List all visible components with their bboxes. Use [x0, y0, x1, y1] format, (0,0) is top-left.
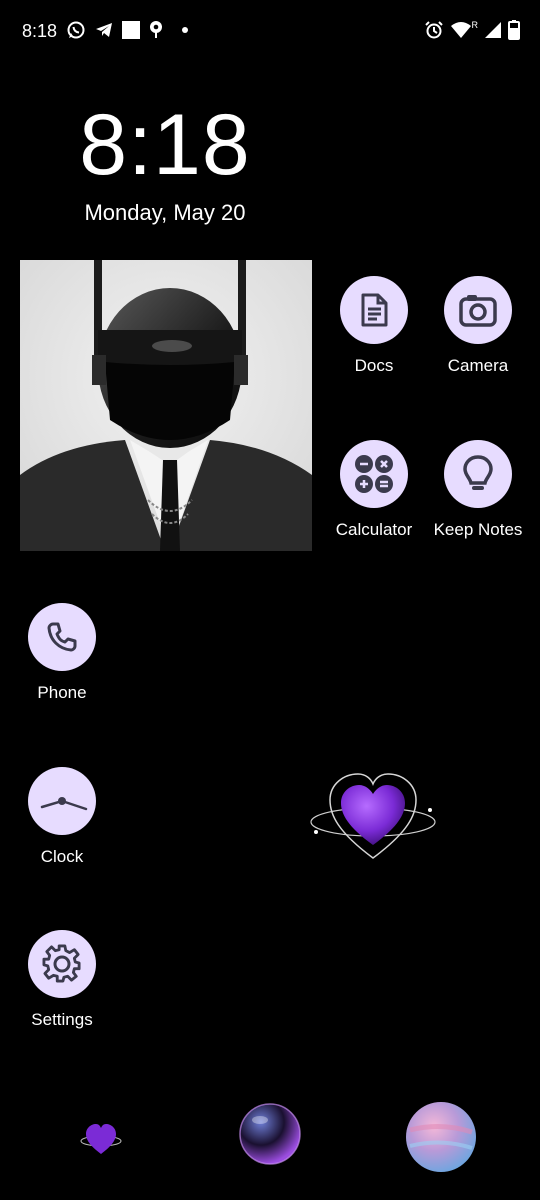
roaming-label: R [471, 20, 479, 30]
clock-widget-time[interactable]: 8:18 [0, 96, 330, 195]
app-keep-notes[interactable]: Keep Notes [418, 440, 538, 540]
gear-icon [28, 930, 96, 998]
app-label: Camera [447, 356, 509, 375]
location-icon [150, 21, 162, 38]
photo-widget[interactable] [20, 260, 312, 551]
notification-icons [66, 20, 188, 40]
signal-icon [485, 22, 501, 38]
app-calculator[interactable]: Calculator [314, 440, 434, 540]
system-icons: R [424, 20, 520, 40]
telegram-icon [96, 23, 112, 37]
app-phone[interactable]: Phone [2, 603, 122, 703]
clock-widget-date[interactable]: Monday, May 20 [0, 200, 330, 226]
phone-icon [28, 603, 96, 671]
app-settings[interactable]: Settings [2, 930, 122, 1030]
alarm-icon [424, 21, 443, 39]
whatsapp-icon [67, 21, 85, 39]
planet-icon[interactable] [404, 1100, 478, 1179]
app-camera[interactable]: Camera [418, 276, 538, 376]
status-bar: 8:18 R [0, 0, 540, 64]
bubble-sphere-icon[interactable] [238, 1102, 302, 1171]
dot-icon [182, 27, 188, 33]
app-docs[interactable]: Docs [314, 276, 434, 376]
camera-icon [444, 276, 512, 344]
clock-icon [28, 767, 96, 835]
docs-icon [340, 276, 408, 344]
app-clock[interactable]: Clock [2, 767, 122, 867]
app-label: Settings [31, 1010, 93, 1029]
calculator-icon [340, 440, 408, 508]
battery-icon [508, 20, 520, 40]
helmet-figure-image [20, 260, 312, 551]
wifi-icon [450, 22, 471, 38]
app-label: Phone [37, 683, 87, 702]
app-label: Calculator [335, 520, 413, 539]
status-time: 8:18 [22, 21, 58, 41]
app-label: Clock [40, 847, 84, 866]
square-icon [122, 21, 140, 39]
lightbulb-icon [444, 440, 512, 508]
app-label: Docs [354, 356, 394, 375]
heart-sticker [308, 770, 438, 865]
heart-dock-icon[interactable] [80, 1122, 122, 1161]
app-label: Keep Notes [433, 520, 523, 539]
